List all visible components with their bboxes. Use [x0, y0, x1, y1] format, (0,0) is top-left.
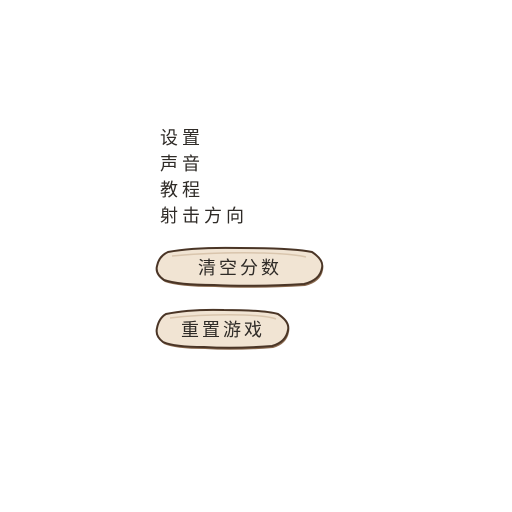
menu-item-shoot-direction[interactable]: 射击方向 — [160, 204, 280, 230]
reset-game-button[interactable]: 重置游戏 — [154, 308, 292, 350]
clear-score-button[interactable]: 清空分数 — [154, 246, 326, 288]
clear-score-label: 清空分数 — [198, 258, 282, 279]
menu-item-sound[interactable]: 声音 — [160, 152, 280, 178]
menu-item-tutorial[interactable]: 教程 — [160, 178, 280, 204]
reset-game-label: 重置游戏 — [181, 320, 265, 341]
settings-menu: 设置 声音 教程 射击方向 — [160, 126, 280, 230]
menu-item-settings[interactable]: 设置 — [160, 126, 280, 152]
